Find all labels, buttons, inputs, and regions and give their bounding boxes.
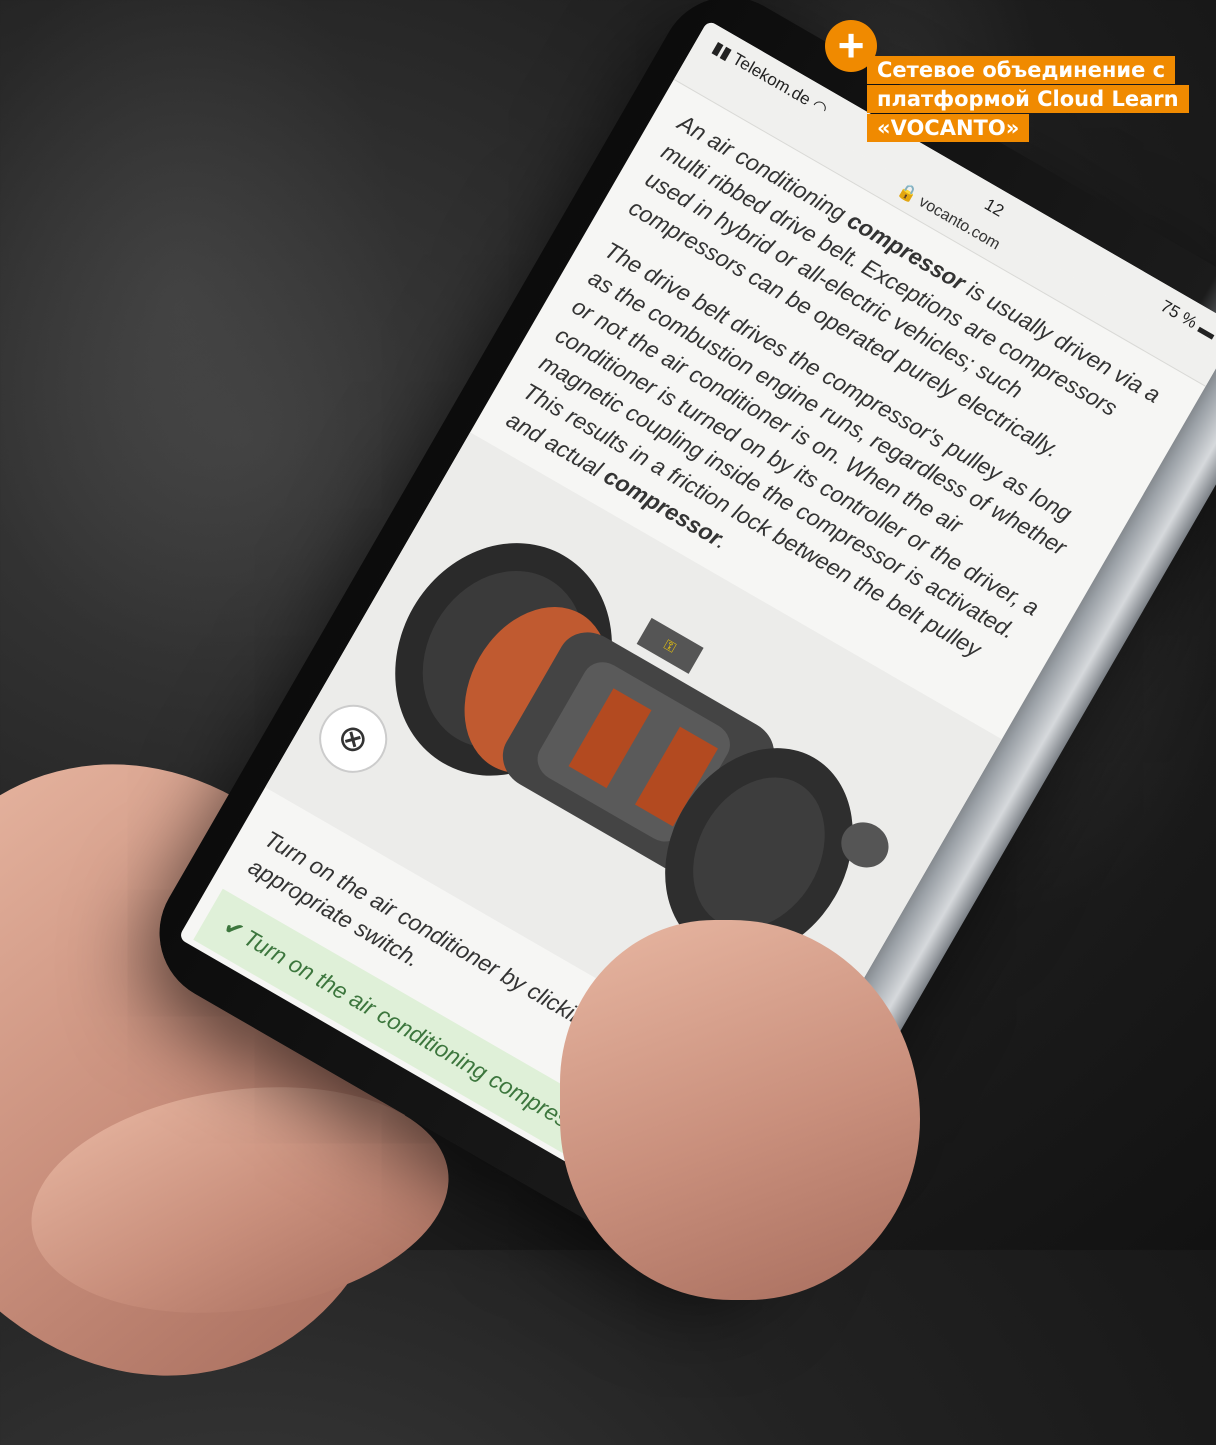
key-tool-icon: ⚿ xyxy=(661,636,679,656)
clock: 12 xyxy=(981,194,1008,221)
wifi-icon: ◠ xyxy=(808,95,832,119)
move-arrows-icon: ⊗ xyxy=(329,713,377,764)
battery-icon: ▬ xyxy=(1195,318,1216,344)
